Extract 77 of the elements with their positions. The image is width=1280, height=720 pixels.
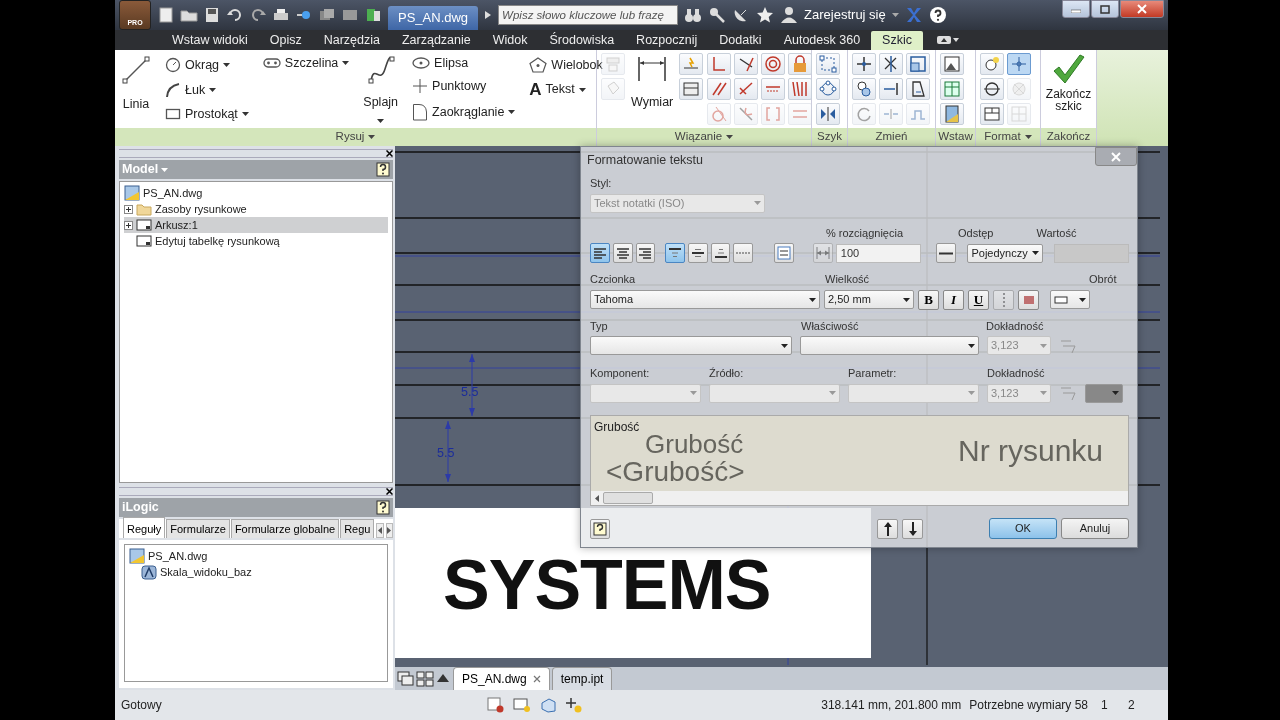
search-field[interactable]: Wpisz słowo kluczowe lub frazę — [498, 5, 679, 25]
panel-tab[interactable]: Regu — [340, 518, 375, 538]
panel-title: iLogic — [122, 499, 159, 517]
field-label: Styl: — [590, 176, 612, 191]
cancel-button[interactable]: Anuluj — [1061, 518, 1129, 539]
text-tool-icon: A — [529, 81, 542, 98]
document-tab[interactable]: PS_AN.dwg — [453, 667, 550, 690]
tree-item[interactable]: PS_AN.dwg — [124, 185, 388, 201]
dropdown-field[interactable]: Tahoma — [590, 290, 820, 309]
document-tab[interactable]: temp.ipt — [551, 667, 613, 690]
tree-item[interactable]: PS_AN.dwg — [129, 548, 383, 564]
panel-tab[interactable]: Formularze — [166, 518, 230, 538]
stretch-input[interactable]: 100 — [835, 243, 921, 263]
ribbon-tab[interactable]: Widok — [481, 31, 539, 50]
finish-sketch-button[interactable]: Zakończ szkic — [1041, 52, 1096, 126]
tree-item[interactable]: Edytuj tabelkę rysunkową — [124, 233, 388, 249]
panel-label[interactable]: Rysuj — [335, 128, 365, 146]
field-label: Odstęp — [958, 225, 994, 241]
coordinates-readout: 318.141 mm, 201.800 mm — [821, 697, 962, 714]
ribbon-tab[interactable]: Dodatki — [708, 31, 773, 50]
ribbon-tool-button[interactable]: Prostokąt — [163, 107, 251, 121]
ribbon-tab[interactable]: Wstaw widoki — [161, 31, 259, 50]
ribbon-tool-button[interactable]: Łuk — [163, 82, 251, 98]
format-button[interactable]: B — [918, 289, 939, 310]
dialog-title: Formatowanie tekstu — [587, 151, 704, 169]
ribbon-tool-button[interactable]: Splajn — [361, 53, 401, 125]
field-label: Właściwość — [801, 318, 860, 334]
title-block-label: Grubość — [645, 431, 744, 457]
format-button[interactable]: U — [968, 289, 989, 310]
ribbon-tool-button[interactable]: Okrąg — [163, 57, 251, 73]
dimension-label: 5.5 — [437, 447, 455, 460]
panel-label[interactable]: Wstaw — [938, 128, 973, 146]
ok-button[interactable]: OK — [989, 518, 1057, 539]
ribbon-tool-button[interactable]: Elipsa — [410, 57, 518, 70]
field-placeholder-text: <Grubość> — [606, 458, 745, 486]
status-field: 1 — [1101, 696, 1115, 714]
title-block-label: Nr rysunku — [958, 436, 1104, 466]
dimension-button[interactable]: Wymiar — [629, 53, 676, 125]
status-field: 2 — [1128, 696, 1142, 714]
ribbon-tool-button[interactable]: A Tekst — [527, 81, 605, 98]
dimension-label: 5.5 — [461, 386, 479, 399]
ribbon-tab[interactable]: Szkic — [871, 31, 923, 50]
tree-item[interactable]: Zasoby rysunkowe — [124, 201, 388, 217]
ribbon-tab[interactable]: Narzędzia — [312, 31, 391, 50]
panel-tab[interactable]: Formularze globalne — [230, 518, 340, 538]
dropdown-field[interactable]: Pojedynczy — [967, 243, 1043, 263]
field-label: Komponent: — [590, 366, 651, 381]
sign-in-link[interactable]: Zarejestruj się — [804, 5, 886, 25]
format-button[interactable]: I — [943, 289, 964, 310]
status-text: Gotowy — [121, 697, 162, 714]
ribbon-tab[interactable]: Opisz — [258, 31, 313, 50]
field-label: % rozciągnięcia — [826, 225, 905, 241]
field-label: Typ — [590, 318, 609, 334]
document-title: PS_AN.dwg — [388, 6, 479, 30]
ribbon-tab[interactable]: Zarządzanie — [390, 31, 482, 50]
tree-item[interactable]: Arkusz:1 — [124, 217, 388, 233]
field-label: Wartość — [1036, 225, 1077, 241]
tree-item[interactable]: Skala_widoku_baz — [129, 564, 383, 580]
ribbon-tool-button[interactable]: Wielobok — [527, 57, 605, 73]
field-label: Dokładność — [987, 366, 1045, 381]
field-label: Obrót — [1089, 272, 1118, 287]
field-label: Dokładność — [986, 318, 1044, 334]
dropdown-field[interactable]: 2,50 mm — [824, 290, 914, 309]
ribbon-tab[interactable]: Środowiska — [538, 31, 626, 50]
ribbon-tool-button[interactable]: Zaokrąglanie — [410, 103, 518, 121]
ribbon-tool-button[interactable]: Szczelina — [260, 57, 352, 70]
field-label: Parametr: — [848, 366, 898, 381]
logo-text: SYSTEMS — [443, 550, 771, 620]
ribbon-tab[interactable]: Autodesk 360 — [772, 31, 872, 50]
ribbon-tool-button[interactable]: Punktowy — [410, 78, 518, 95]
ribbon-tab[interactable]: Rozpocznij — [625, 31, 709, 50]
dimensions-needed-text: Potrzebne wymiary 58 — [969, 697, 1088, 714]
panel-tab[interactable]: Reguły — [123, 516, 166, 538]
ribbon-tool-button[interactable]: Linia — [119, 53, 153, 125]
field-label: Czcionka — [590, 272, 637, 287]
field-label: Źródło: — [709, 366, 745, 381]
field-label: Wielkość — [825, 272, 869, 287]
